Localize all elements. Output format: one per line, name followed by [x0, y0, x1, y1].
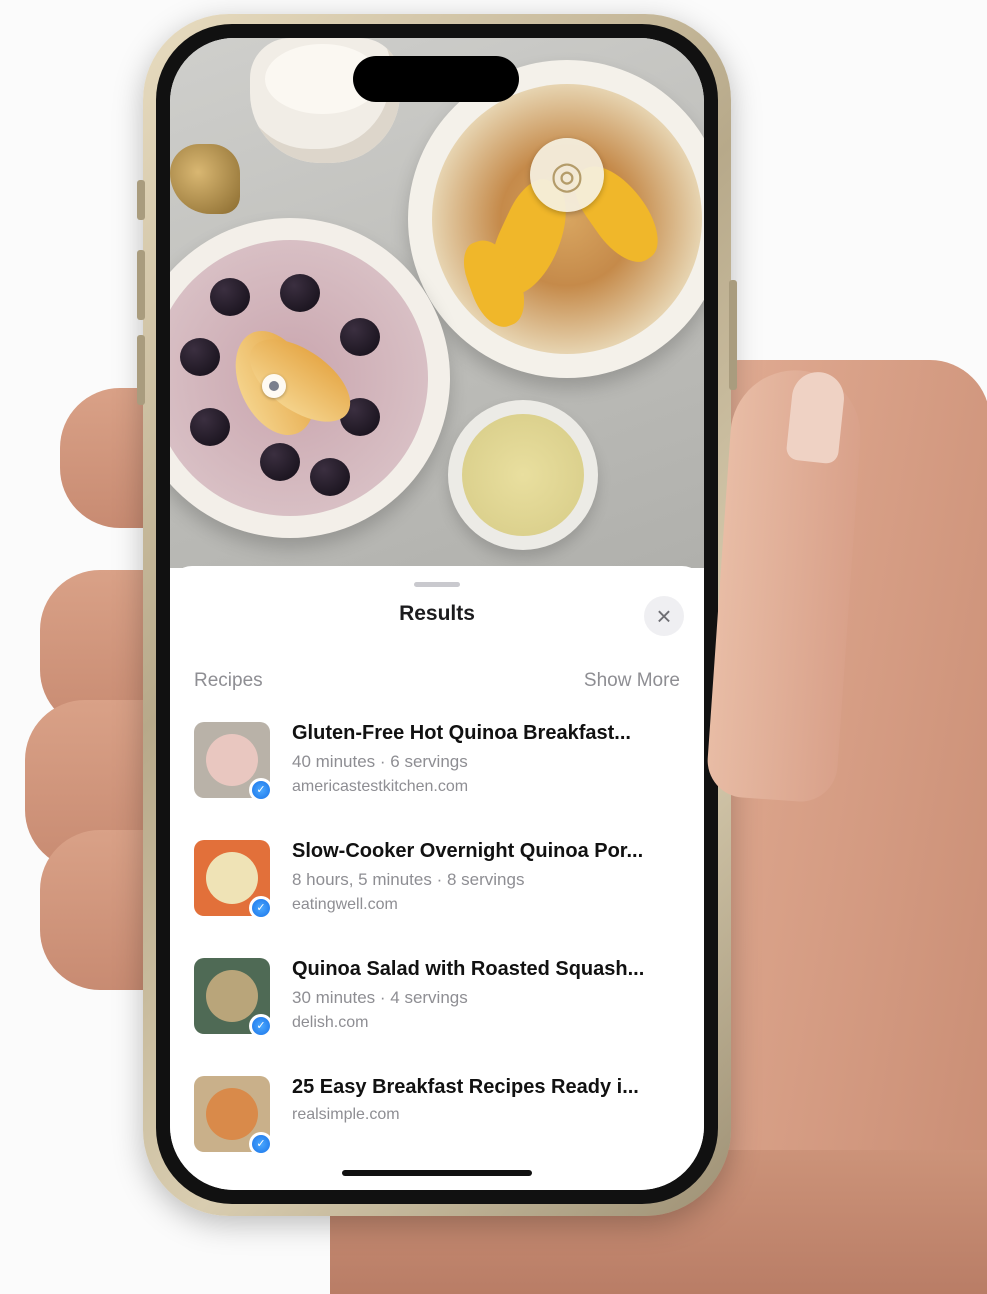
results-list: ✓ Gluten-Free Hot Quinoa Breakfast... 40…	[170, 716, 704, 1188]
show-more-link[interactable]: Show More	[584, 670, 680, 692]
volume-up-button	[137, 250, 145, 320]
result-source: realsimple.com	[292, 1106, 400, 1123]
blackberry	[260, 443, 300, 481]
sheet-grabber[interactable]	[414, 582, 460, 587]
dish-image	[206, 970, 258, 1022]
result-source: eatingwell.com	[292, 896, 398, 913]
blackberry	[340, 318, 380, 356]
safari-icon: ✓	[249, 896, 273, 920]
food-photo: ◎	[170, 38, 704, 568]
blackberry	[180, 338, 220, 376]
blackberry	[310, 458, 350, 496]
juice	[462, 414, 584, 536]
home-indicator[interactable]	[342, 1170, 532, 1176]
visual-lookup-dot-icon[interactable]	[262, 374, 286, 398]
safari-icon: ✓	[249, 778, 273, 802]
result-source: americastestkitchen.com	[292, 778, 469, 795]
result-row[interactable]: ✓ Gluten-Free Hot Quinoa Breakfast... 40…	[170, 716, 704, 834]
safari-icon: ✓	[249, 1014, 273, 1038]
volume-down-button	[137, 335, 145, 405]
results-sheet: Results × Recipes Show More ✓ Gluten-Fre…	[170, 566, 704, 1190]
safari-icon: ✓	[249, 1132, 273, 1156]
phone-screen: ◎ Results × Recipes Show More ✓ Gluten-F…	[170, 38, 704, 1190]
result-meta: 40 minutes · 6 servings	[292, 752, 468, 771]
dish-image	[206, 734, 258, 786]
section-title-recipes: Recipes	[194, 670, 263, 691]
result-meta: 8 hours, 5 minutes · 8 servings	[292, 870, 525, 889]
quinoa-mango-bowl	[432, 84, 702, 354]
power-button	[729, 280, 737, 390]
result-meta: 30 minutes · 4 servings	[292, 988, 468, 1007]
dynamic-island	[353, 56, 519, 102]
close-button[interactable]: ×	[644, 596, 684, 636]
result-row[interactable]: ✓ Quinoa Salad with Roasted Squash... 30…	[170, 952, 704, 1070]
action-button	[137, 180, 145, 220]
spoon	[170, 144, 240, 214]
blackberry	[190, 408, 230, 446]
sheet-title: Results	[399, 602, 475, 625]
dish-image	[206, 1088, 258, 1140]
close-icon: ×	[656, 600, 672, 631]
result-row[interactable]: ✓ Slow-Cooker Overnight Quinoa Por... 8 …	[170, 834, 704, 952]
result-title: Slow-Cooker Overnight Quinoa Por...	[292, 840, 644, 862]
result-title: Quinoa Salad with Roasted Squash...	[292, 958, 645, 980]
dish-image	[206, 852, 258, 904]
visual-lookup-food-icon[interactable]: ◎	[530, 138, 604, 212]
result-title: 25 Easy Breakfast Recipes Ready i...	[292, 1076, 639, 1098]
blackberry	[210, 278, 250, 316]
result-title: Gluten-Free Hot Quinoa Breakfast...	[292, 722, 631, 744]
result-source: delish.com	[292, 1014, 369, 1031]
blackberry	[280, 274, 320, 312]
